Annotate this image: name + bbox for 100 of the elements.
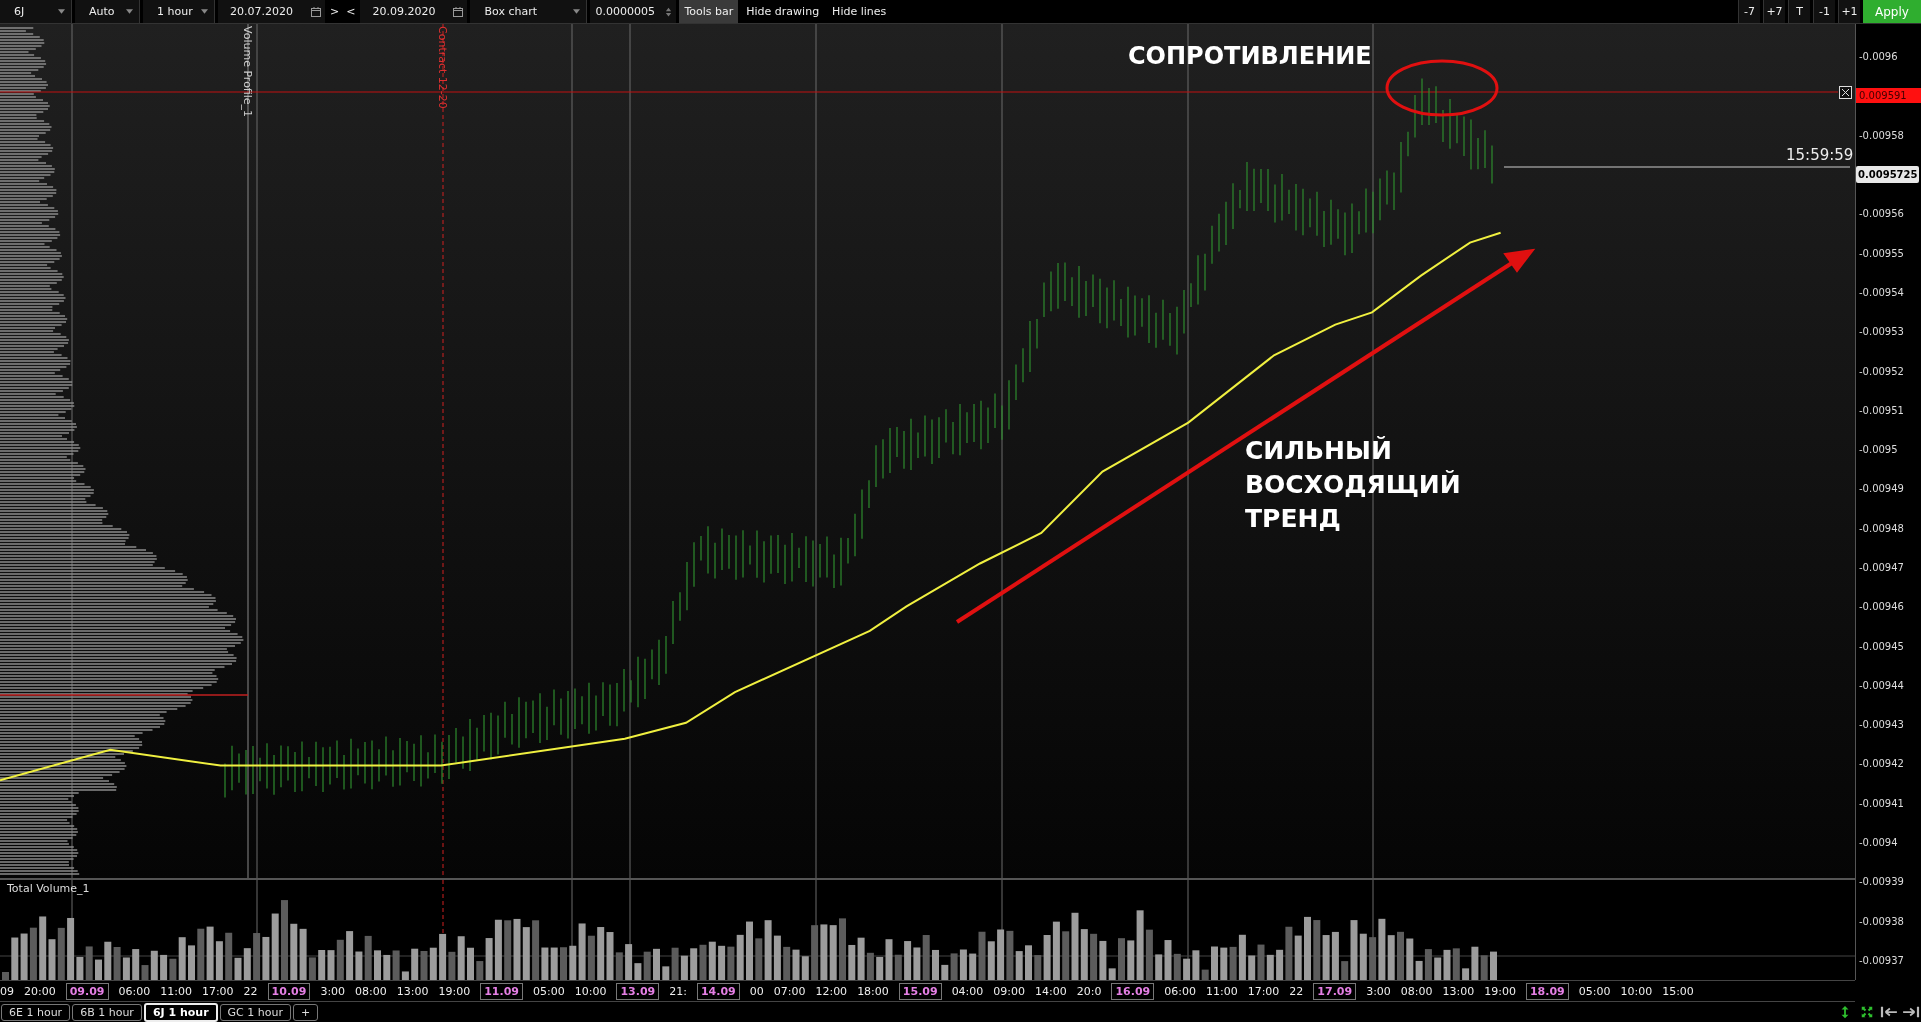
price-tick: -0.00954 [1858, 286, 1904, 298]
price-tick: -0.00943 [1858, 719, 1904, 731]
time-label: 14:00 [1035, 984, 1067, 998]
date-label: 15.09 [898, 982, 942, 1000]
date-label: 14.09 [696, 982, 740, 1000]
date-label: 16.09 [1111, 982, 1155, 1000]
price-tick: -0.00945 [1858, 640, 1904, 652]
time-label: 10:00 [574, 984, 607, 998]
time-label: 10:00 [1620, 984, 1653, 998]
date-label: 17.09 [1313, 982, 1357, 1000]
chart-tab[interactable]: 6B 1 hour [72, 1003, 142, 1021]
price-tick: -0.0096 [1858, 51, 1898, 63]
shift-button[interactable]: +1 [1838, 0, 1860, 23]
price-tick: -0.0094 [1858, 837, 1898, 849]
time-label: 08:00 [355, 984, 387, 998]
caret-icon [126, 9, 133, 14]
price-tick: -0.00942 [1858, 758, 1904, 770]
chart-type-dropdown[interactable]: Box chart [470, 0, 588, 23]
time-label: 15:00 [1662, 984, 1694, 998]
time-label: 18:00 [857, 984, 889, 998]
time-label: 13:00 [396, 984, 429, 998]
time-label: 13:00 [1442, 984, 1475, 998]
date-label: 10.09 [267, 982, 311, 1000]
resize-vertical-icon[interactable] [1839, 1005, 1851, 1019]
time-label: 05:00 [1578, 984, 1611, 998]
time-label: 11:00 [1205, 984, 1238, 998]
price-tick: -0.0095 [1858, 444, 1898, 456]
price-tick: -0.00937 [1858, 954, 1904, 966]
price-tick: -0.00958 [1858, 129, 1904, 141]
chart-tab[interactable]: GC 1 hour [219, 1003, 291, 1021]
time-label: 3:00 [320, 984, 346, 998]
time-label: 22 [243, 984, 258, 998]
time-label: 09:00 [993, 984, 1026, 998]
time-label: 07:00 [773, 984, 806, 998]
time-label: 17:00 [201, 984, 234, 998]
price-tick: -0.00951 [1858, 404, 1904, 416]
time-label: 09 [0, 984, 14, 998]
spinner-icon [665, 5, 673, 18]
time-label: 21: [669, 984, 687, 998]
time-label: 3:00 [1366, 984, 1391, 998]
date-to-field[interactable]: 20.09.2020 [360, 0, 468, 23]
timeframe-dropdown[interactable]: 1 hour [143, 0, 215, 23]
time-label: 20:0 [1076, 984, 1102, 998]
price-tick: -0.00952 [1858, 365, 1904, 377]
date-label: 13.09 [616, 982, 660, 1000]
toolbar-button[interactable]: Tools bar [679, 0, 739, 23]
caret-icon [573, 9, 581, 14]
shift-button[interactable]: -7 [1738, 0, 1760, 23]
panel-title: Total Volume_1 [7, 882, 90, 895]
time-label: 11:00 [160, 984, 192, 998]
bar-timer: 15:59:59 [1786, 146, 1854, 164]
time-label: 19:00 [1484, 984, 1516, 998]
trend-note: СИЛЬНЫЙ ВОСХОДЯЩИЙ ТРЕНД [1245, 435, 1461, 535]
price-tick: -0.00938 [1858, 915, 1904, 927]
calendar-icon [311, 6, 321, 17]
date-label: 18.09 [1525, 982, 1569, 1000]
time-label: 05:00 [533, 984, 565, 998]
scroll-start-icon[interactable] [1880, 1005, 1898, 1019]
scale-dropdown[interactable]: Auto [75, 0, 140, 23]
chart-tab[interactable]: 6E 1 hour [1, 1003, 71, 1021]
resistance-note: СОПРОТИВЛЕНИЕ [1128, 42, 1372, 70]
contract-label: Contract 12-20 [436, 26, 449, 109]
shift-button[interactable]: T [1788, 0, 1810, 23]
price-tick: -0.00944 [1858, 679, 1904, 691]
price-tick: -0.00949 [1858, 483, 1904, 495]
price-tick: -0.00948 [1858, 522, 1904, 534]
time-label: 22 [1289, 984, 1304, 998]
time-label: 19:00 [438, 984, 471, 998]
time-label: 12:00 [815, 984, 848, 998]
time-label: 06:00 [1164, 984, 1196, 998]
price-tick: -0.00953 [1858, 326, 1904, 338]
time-label: 04:00 [951, 984, 984, 998]
price-tick: -0.00946 [1858, 601, 1904, 613]
time-label: 00 [749, 984, 764, 998]
time-label: 08:00 [1400, 984, 1433, 998]
price-label: 0.0095725 [1856, 166, 1920, 184]
price-tick: -0.00947 [1858, 562, 1904, 573]
price-tick: -0.00941 [1858, 797, 1904, 809]
date-from-field[interactable]: 20.07.2020 [218, 0, 325, 23]
caret-icon [58, 9, 65, 14]
close-icon[interactable] [1839, 86, 1852, 99]
calendar-icon [453, 6, 464, 17]
price-tick: -0.00956 [1858, 208, 1904, 220]
time-label: 17:00 [1247, 984, 1280, 998]
tick-size-field[interactable]: 0.0000005 [590, 0, 677, 23]
shift-button[interactable]: +7 [1763, 0, 1785, 23]
date-label: 11.09 [480, 982, 523, 1000]
time-label: 20:00 [24, 984, 56, 998]
chart-tab[interactable]: + [293, 1003, 319, 1021]
date-label: 09.09 [65, 982, 109, 1000]
chart-tab[interactable]: 6J 1 hour [143, 1002, 218, 1022]
caret-icon [201, 9, 208, 14]
price-tick: -0.00939 [1858, 876, 1904, 888]
volume-profile-label: Volume Profile_1 [241, 26, 254, 118]
shift-button[interactable]: -1 [1813, 0, 1835, 23]
scroll-end-icon[interactable] [1902, 1005, 1920, 1019]
expand-icon[interactable] [1861, 1005, 1873, 1019]
price-label: 0.009591 [1856, 88, 1921, 104]
price-tick: -0.00955 [1858, 247, 1904, 259]
symbol-dropdown[interactable]: 6J [0, 0, 72, 23]
